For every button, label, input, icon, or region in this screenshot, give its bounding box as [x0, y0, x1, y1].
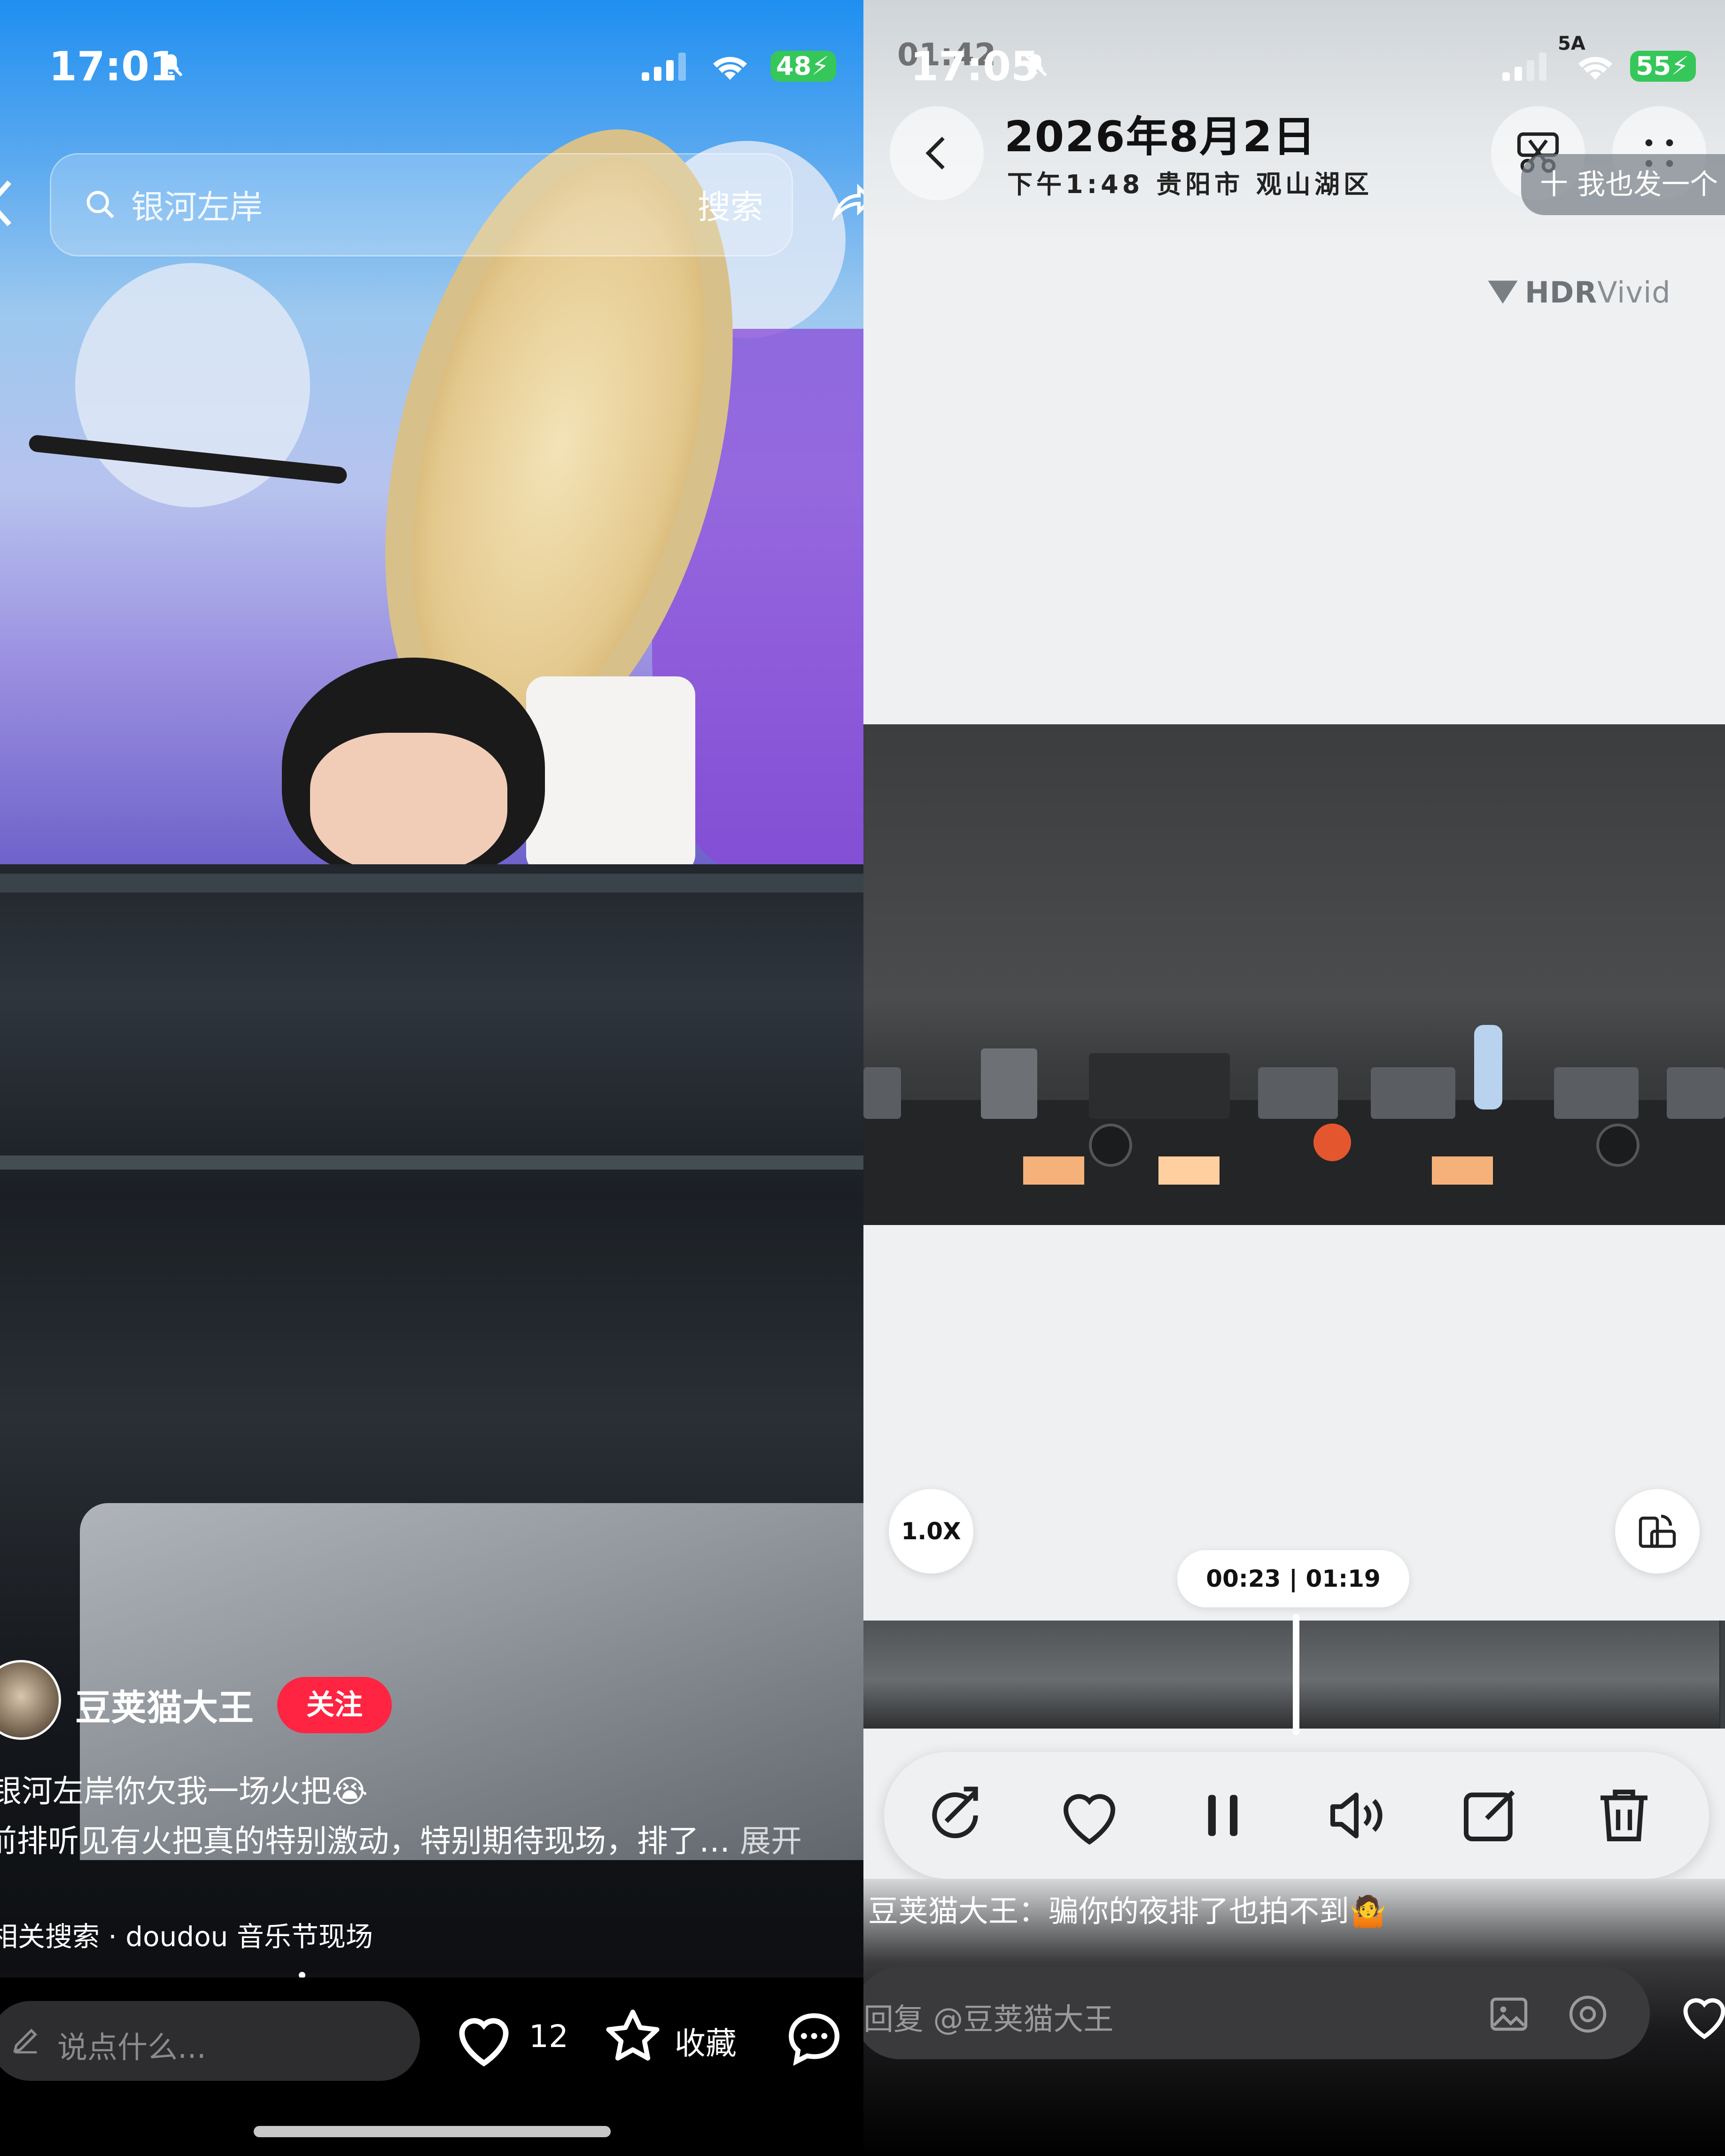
photo-date: 2026年8月2日: [1004, 112, 1316, 162]
hdr-vivid-badge: HDRVivid: [1488, 275, 1671, 310]
rotate-screen-icon: [1639, 1514, 1676, 1548]
speed-button[interactable]: 1.0X: [889, 1489, 973, 1574]
hdr-text: HDR: [1525, 275, 1598, 310]
author-name[interactable]: 豆荚猫大王: [75, 1679, 254, 1730]
battery-indicator: 55⚡: [1630, 51, 1696, 82]
stage-edge: [0, 874, 863, 892]
filmstrip-frame: [1607, 1621, 1720, 1729]
reply-input[interactable]: 回复 @豆荚猫大王: [863, 1967, 1650, 2059]
comment-text: 豆荚猫大王：骗你的夜排了也拍不到🤷: [868, 1894, 1387, 1929]
mute-bell-icon: [159, 53, 183, 77]
related-search-link[interactable]: 相关搜索 · doudou 音乐节现场: [0, 1915, 373, 1954]
stage-monitor: [1554, 1067, 1639, 1119]
playback-toolbar: [884, 1752, 1709, 1879]
stage-spotlight: [1313, 1124, 1351, 1161]
performer-arm: [526, 676, 695, 874]
cell-signal-icon: [1502, 51, 1549, 81]
stage-monitor: [1258, 1067, 1338, 1119]
follow-button[interactable]: 关注: [277, 1677, 392, 1733]
filmstrip-frame: [1288, 1621, 1402, 1729]
stage-spotlight: [1596, 1124, 1640, 1167]
like-heart-icon[interactable]: [1676, 1990, 1725, 2041]
filmstrip-frame: [1500, 1621, 1614, 1729]
pause-icon[interactable]: [1188, 1780, 1258, 1851]
photo-time-location: 下午1:48 贵阳市 观山湖区: [1007, 170, 1373, 199]
status-time: 17:05: [910, 43, 1039, 90]
author-row: 豆荚猫大王 关注: [0, 1658, 863, 1752]
right-video-editor-panel: 01:42 17:05 5A 55⚡ 2026年8月2日 下午1:48 贵阳市 …: [863, 0, 1725, 2156]
search-button[interactable]: 搜索: [698, 181, 763, 228]
search-icon: [86, 191, 114, 218]
video-time-readout: 00:23 | 01:19: [1177, 1550, 1409, 1607]
like-count: 12: [529, 2018, 568, 2055]
author-avatar[interactable]: [0, 1660, 61, 1740]
post-title: 银河左岸你欠我一场火把😭: [0, 1773, 368, 1809]
cell-signal-icon: [642, 51, 689, 81]
like-heart-icon[interactable]: [1054, 1780, 1125, 1851]
volume-icon[interactable]: [1321, 1780, 1391, 1851]
comment-input[interactable]: 说点什么...: [0, 2001, 420, 2081]
battery-level: 48: [776, 51, 812, 81]
post-body: 前排听见有火把真的特别激动，特别期待现场，排了… 展开: [0, 1816, 802, 1861]
comment-bubble-icon[interactable]: [784, 2008, 845, 2069]
trash-icon[interactable]: [1589, 1780, 1659, 1851]
wifi-icon: [1578, 57, 1612, 80]
battery-indicator: 48⚡: [770, 51, 836, 82]
stage-light: [1432, 1156, 1493, 1185]
stage-monitor: [1371, 1067, 1455, 1119]
post-too-button[interactable]: 十 我也发一个: [1521, 154, 1725, 215]
performer-face: [310, 733, 507, 874]
stage-light: [1158, 1156, 1220, 1185]
share-arrow-icon[interactable]: [920, 1780, 990, 1851]
video-frame[interactable]: [863, 724, 1725, 1225]
reply-placeholder: 回复 @豆荚猫大王: [863, 2002, 1114, 2037]
stage-light: [1023, 1156, 1084, 1185]
filmstrip-frame: [1076, 1621, 1189, 1729]
mute-bell-icon: [1024, 53, 1047, 77]
pencil-icon: [13, 2028, 38, 2054]
image-picker-icon[interactable]: [1486, 1992, 1531, 2037]
like-heart-icon[interactable]: [451, 2008, 517, 2069]
home-indicator[interactable]: [254, 2126, 611, 2137]
playhead-handle[interactable]: [1293, 1614, 1299, 1735]
share-icon[interactable]: [830, 174, 863, 225]
hdr-logo-icon: [1488, 280, 1518, 304]
stage-spotlight: [1089, 1124, 1132, 1167]
back-chevron-icon[interactable]: [0, 178, 14, 229]
comment-placeholder: 说点什么...: [57, 2031, 207, 2065]
filmstrip-frame: [970, 1621, 1083, 1729]
back-chevron-icon: [925, 137, 945, 170]
vivid-text: Vivid: [1597, 275, 1671, 310]
filmstrip-frame: [1394, 1621, 1508, 1729]
stage-monitor: [1667, 1067, 1725, 1119]
status-bar: 17:01 48⚡: [0, 0, 863, 122]
favorite-star-icon[interactable]: [602, 2006, 663, 2067]
edit-icon[interactable]: [1454, 1780, 1525, 1851]
left-post-panel: 17:01 48⚡ 银河左岸 搜索 豆荚猫大王 关注 银河左岸你欠我一场火把😭 …: [0, 0, 863, 2156]
related-search-text: 相关搜索 · doudou 音乐节现场: [0, 1921, 373, 1953]
stage-edge: [0, 1156, 863, 1170]
rotate-button[interactable]: [1615, 1489, 1700, 1574]
post-body-text: 前排听见有火把真的特别激动，特别期待现场，排了…: [0, 1823, 730, 1859]
expand-link[interactable]: 展开: [740, 1823, 802, 1859]
battery-level: 55: [1636, 51, 1671, 81]
stage-monitor: [863, 1067, 901, 1119]
favorite-label[interactable]: 收藏: [675, 2018, 737, 2063]
stage-person: [1474, 1025, 1502, 1109]
speaker-box: [1089, 1053, 1230, 1119]
search-placeholder: 银河左岸: [131, 188, 263, 226]
drum-kit: [981, 1048, 1037, 1119]
mention-at-icon[interactable]: [1565, 1992, 1610, 2037]
filmstrip-frame: [1182, 1621, 1296, 1729]
search-input[interactable]: 银河左岸 搜索: [50, 153, 793, 256]
wifi-icon: [713, 57, 747, 80]
back-button[interactable]: [890, 106, 984, 200]
filmstrip-frame: [863, 1621, 977, 1729]
